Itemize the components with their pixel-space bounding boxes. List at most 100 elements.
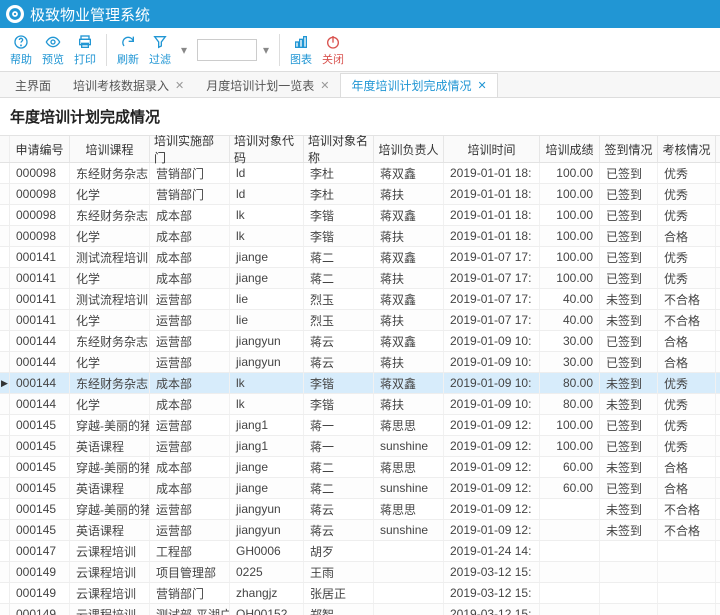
cell: 优秀 bbox=[658, 373, 716, 393]
cell: 30.00 bbox=[540, 352, 600, 372]
table-row[interactable]: 000098东经财务杂志成本部lk李锴蒋双鑫2019-01-01 18:100.… bbox=[0, 205, 720, 226]
refresh-button[interactable]: 刷新 bbox=[113, 30, 143, 70]
col-header[interactable]: 培训对象代码 bbox=[230, 136, 304, 162]
preview-button[interactable]: 预览 bbox=[38, 30, 68, 70]
cell: 已签到 bbox=[600, 247, 658, 267]
table-row[interactable]: 000098化学营销部门ld李杜蒋扶2019-01-01 18:100.00已签… bbox=[0, 184, 720, 205]
table-row[interactable]: 000141化学运营部lie烈玉蒋扶2019-01-07 17:40.00未签到… bbox=[0, 310, 720, 331]
cell: 项目管理部 bbox=[150, 562, 230, 582]
table-row[interactable]: ▶000144东经财务杂志成本部lk李锴蒋双鑫2019-01-09 10:80.… bbox=[0, 373, 720, 394]
cell: 测试流程培训 bbox=[70, 247, 150, 267]
cell: 工程部 bbox=[150, 541, 230, 561]
cell: 000098 bbox=[10, 226, 70, 246]
table-row[interactable]: 000145穿越-美丽的猪精成本部jiange蒋二蒋思思2019-01-09 1… bbox=[0, 457, 720, 478]
cell: 000145 bbox=[10, 415, 70, 435]
cell: jiang1 bbox=[230, 436, 304, 456]
table-row[interactable]: 000144东经财务杂志运营部jiangyun蒋云蒋双鑫2019-01-09 1… bbox=[0, 331, 720, 352]
cell: 000145 bbox=[10, 499, 70, 519]
cell: 李锴 bbox=[304, 394, 374, 414]
table-row[interactable]: 000141化学成本部jiange蒋二蒋扶2019-01-07 17:100.0… bbox=[0, 268, 720, 289]
filter-dropdown[interactable]: ▾ bbox=[177, 39, 191, 61]
cell: 蒋双鑫 bbox=[374, 289, 444, 309]
table-row[interactable]: 000141测试流程培训成本部jiange蒋二蒋双鑫2019-01-07 17:… bbox=[0, 247, 720, 268]
cell: 000141 bbox=[10, 268, 70, 288]
search-input[interactable] bbox=[197, 39, 257, 61]
table-row[interactable]: 000149云课程培训营销部门zhangjz张居正2019-03-12 15: bbox=[0, 583, 720, 604]
cell: 蒋一 bbox=[304, 436, 374, 456]
table-row[interactable]: 000145穿越-美丽的猪精运营部jiangyun蒋云蒋思思2019-01-09… bbox=[0, 499, 720, 520]
toolbar-separator bbox=[279, 34, 280, 66]
table-row[interactable]: 000098东经财务杂志营销部门ld李杜蒋双鑫2019-01-01 18:100… bbox=[0, 163, 720, 184]
tab-monthly-plan[interactable]: 月度培训计划一览表✕ bbox=[195, 73, 340, 97]
refresh-icon bbox=[120, 33, 136, 51]
table-row[interactable]: 000145英语课程成本部jiange蒋二sunshine2019-01-09 … bbox=[0, 478, 720, 499]
cell: 运营部 bbox=[150, 331, 230, 351]
cell: 李锴 bbox=[304, 205, 374, 225]
col-header[interactable]: 考核情况 bbox=[658, 136, 716, 162]
cell: jiange bbox=[230, 457, 304, 477]
cell: 已签到 bbox=[600, 268, 658, 288]
cell: 张居正 bbox=[304, 583, 374, 603]
col-header[interactable]: 培训时间 bbox=[444, 136, 540, 162]
cell: 优秀 bbox=[658, 415, 716, 435]
row-indicator-header bbox=[0, 136, 10, 162]
col-header[interactable]: 申请编号 bbox=[10, 136, 70, 162]
col-header[interactable]: 培训实施部门 bbox=[150, 136, 230, 162]
table-row[interactable]: 000141测试流程培训运营部lie烈玉蒋双鑫2019-01-07 17:40.… bbox=[0, 289, 720, 310]
col-header[interactable]: 培训成绩 bbox=[540, 136, 600, 162]
cell: 运营部 bbox=[150, 415, 230, 435]
print-button[interactable]: 打印 bbox=[70, 30, 100, 70]
table-row[interactable]: 000147云课程培训工程部GH0006胡歹2019-01-24 14: bbox=[0, 541, 720, 562]
help-icon bbox=[13, 33, 29, 51]
cell bbox=[600, 562, 658, 582]
table-row[interactable]: 000149云课程培训项目管理部0225王雨2019-03-12 15: bbox=[0, 562, 720, 583]
close-button[interactable]: 关闭 bbox=[318, 30, 348, 70]
col-header[interactable]: 签到情况 bbox=[600, 136, 658, 162]
panel-title: 年度培训计划完成情况 bbox=[0, 98, 720, 135]
cell: 优秀 bbox=[658, 163, 716, 183]
cell: GH0006 bbox=[230, 541, 304, 561]
tab-annual-plan[interactable]: 年度培训计划完成情况✕ bbox=[340, 73, 497, 97]
cell bbox=[600, 583, 658, 603]
cell: 李锴 bbox=[304, 226, 374, 246]
close-icon[interactable]: ✕ bbox=[175, 79, 184, 92]
cell: 英语课程 bbox=[70, 520, 150, 540]
table-row[interactable]: 000098化学成本部lk李锴蒋扶2019-01-01 18:100.00已签到… bbox=[0, 226, 720, 247]
cell: 蒋扶 bbox=[374, 268, 444, 288]
table-row[interactable]: 000145英语课程运营部jiang1蒋一sunshine2019-01-09 … bbox=[0, 436, 720, 457]
table-row[interactable]: 000144化学成本部lk李锴蒋扶2019-01-09 10:80.00未签到优… bbox=[0, 394, 720, 415]
tab-train-input[interactable]: 培训考核数据录入✕ bbox=[62, 73, 195, 97]
cell: 已签到 bbox=[600, 436, 658, 456]
cell: ld bbox=[230, 163, 304, 183]
cell: 运营部 bbox=[150, 310, 230, 330]
table-row[interactable]: 000145英语课程运营部jiangyun蒋云sunshine2019-01-0… bbox=[0, 520, 720, 541]
tab-main[interactable]: 主界面 bbox=[4, 73, 62, 97]
cell: 云课程培训 bbox=[70, 583, 150, 603]
cell: lie bbox=[230, 310, 304, 330]
col-header[interactable]: 培训课程 bbox=[70, 136, 150, 162]
cell: lk bbox=[230, 205, 304, 225]
col-header[interactable]: 培训负责人 bbox=[374, 136, 444, 162]
cell: ld bbox=[230, 184, 304, 204]
cell: 000145 bbox=[10, 520, 70, 540]
chart-button[interactable]: 图表 bbox=[286, 30, 316, 70]
table-row[interactable]: 000145穿越-美丽的猪精运营部jiang1蒋一蒋思思2019-01-09 1… bbox=[0, 415, 720, 436]
app-logo bbox=[6, 5, 24, 23]
col-header[interactable]: 培训对象名称 bbox=[304, 136, 374, 162]
help-button[interactable]: 帮助 bbox=[6, 30, 36, 70]
cell: 测试部-平湖广场 bbox=[150, 604, 230, 615]
cell: 合格 bbox=[658, 352, 716, 372]
table-row[interactable]: 000144化学运营部jiangyun蒋云蒋扶2019-01-09 10:30.… bbox=[0, 352, 720, 373]
search-dropdown[interactable]: ▾ bbox=[259, 39, 273, 61]
grid-body[interactable]: 000098东经财务杂志营销部门ld李杜蒋双鑫2019-01-01 18:100… bbox=[0, 163, 720, 615]
cell: 运营部 bbox=[150, 499, 230, 519]
row-indicator bbox=[0, 268, 10, 288]
table-row[interactable]: 000149云课程培训测试部-平湖广场QH00152郑智2019-03-12 1… bbox=[0, 604, 720, 615]
filter-button[interactable]: 过滤 bbox=[145, 30, 175, 70]
cell: 东经财务杂志 bbox=[70, 373, 150, 393]
close-icon[interactable]: ✕ bbox=[478, 79, 487, 92]
cell: 000149 bbox=[10, 583, 70, 603]
cell: 化学 bbox=[70, 226, 150, 246]
close-icon[interactable]: ✕ bbox=[320, 79, 329, 92]
row-indicator bbox=[0, 415, 10, 435]
